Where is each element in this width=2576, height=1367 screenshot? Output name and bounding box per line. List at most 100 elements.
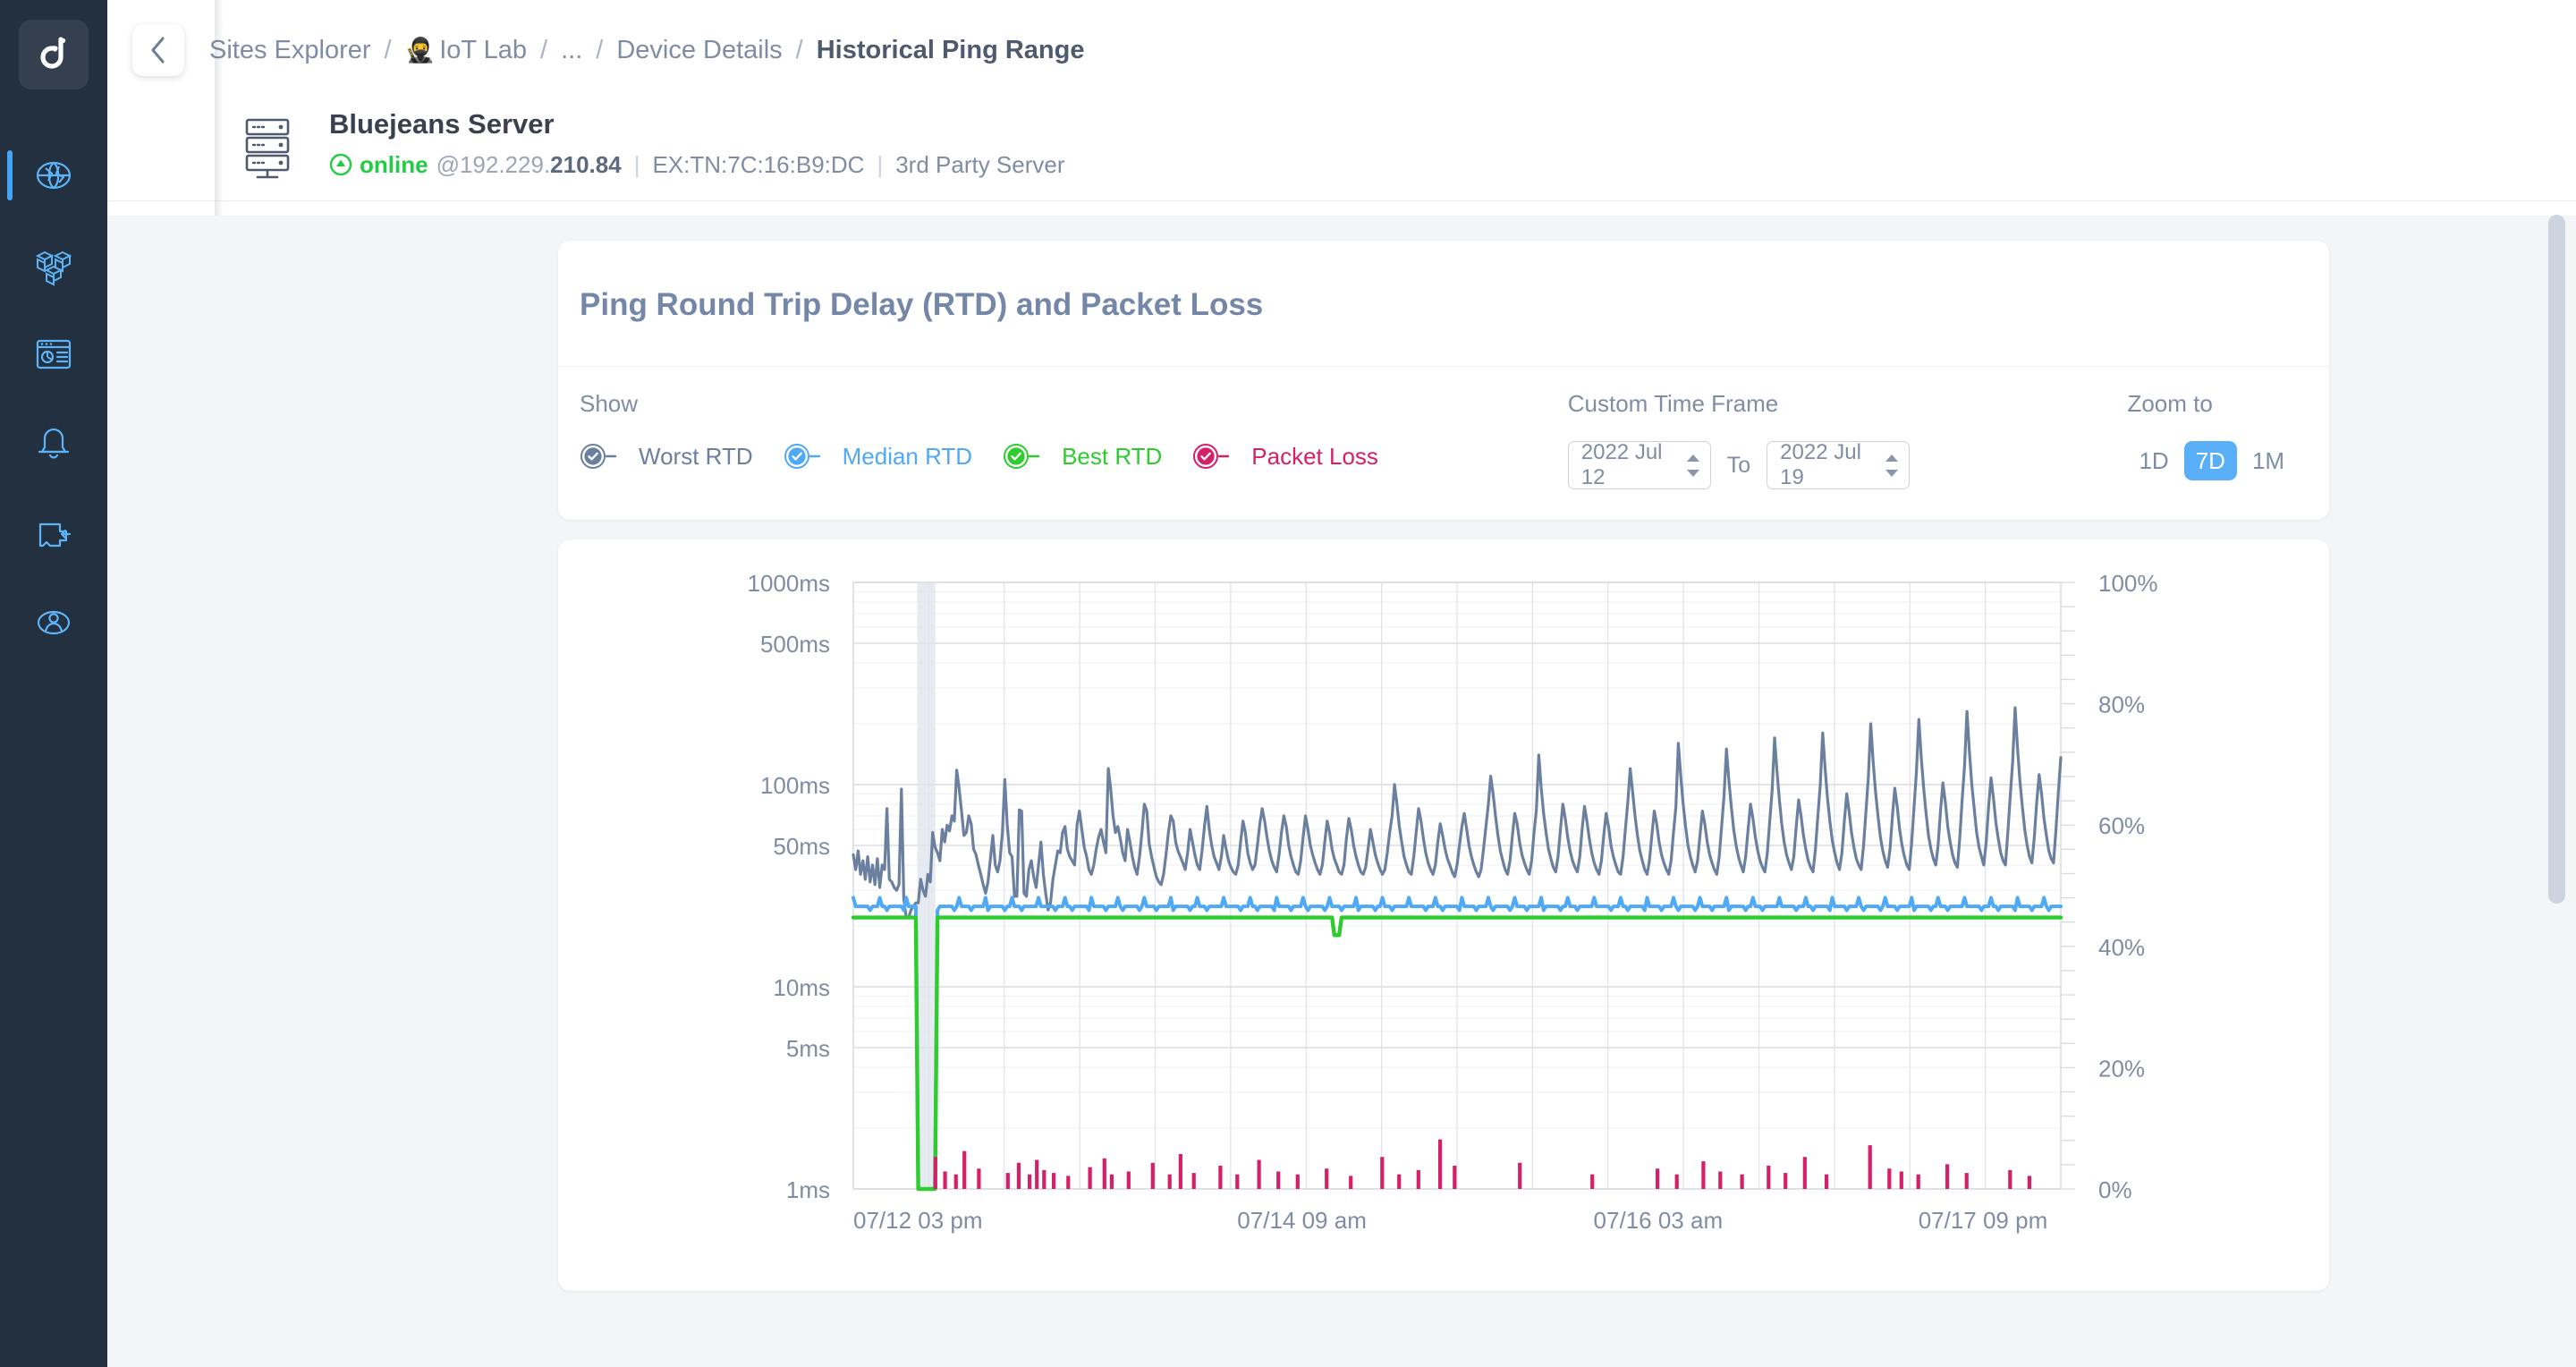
- primary-sidebar: [0, 0, 107, 1367]
- page-scrollbar-thumb[interactable]: [2548, 215, 2565, 904]
- device-type: 3rd Party Server: [895, 150, 1065, 178]
- to-label: To: [1726, 452, 1751, 478]
- caret-up-icon[interactable]: [1685, 453, 1701, 463]
- caret-down-icon[interactable]: [1685, 468, 1701, 479]
- status-badge: online: [360, 150, 428, 178]
- show-block: Show Worst RTD Median RTD Best RTD Packe…: [580, 390, 1568, 471]
- cubes-inventory-icon: [35, 250, 72, 286]
- sidebar-item-reports[interactable]: [0, 310, 107, 399]
- breadcrumb-separator: /: [795, 35, 803, 64]
- meta-divider: |: [877, 150, 884, 178]
- sidebar-item-alerts[interactable]: [0, 399, 107, 488]
- x-axis-tick-label: 07/12 03 pm: [853, 1207, 983, 1234]
- x-axis-tick-label: 07/14 09 am: [1237, 1207, 1367, 1234]
- caret-down-icon[interactable]: [1884, 468, 1900, 479]
- page-scrollbar-track[interactable]: [2548, 0, 2571, 1367]
- series-label-packet-loss: Packet Loss: [1251, 442, 1378, 470]
- breadcrumb-separator: /: [596, 35, 604, 64]
- y-axis-tick-label: 10ms: [773, 974, 830, 1001]
- sidebar-item-profile[interactable]: [0, 578, 107, 667]
- series-toggle-packet-loss[interactable]: Packet Loss: [1192, 441, 1378, 471]
- content-scroll-area: Ping Round Trip Delay (RTD) and Packet L…: [107, 216, 2576, 1367]
- zoom-label: Zoom to: [2127, 390, 2213, 417]
- decision-logo-icon: [40, 37, 66, 69]
- date-to-input[interactable]: 2022 Jul 19: [1767, 440, 1911, 489]
- date-from-input[interactable]: 2022 Jul 12: [1567, 440, 1711, 489]
- ping-chart[interactable]: 1ms 5ms 10ms 50ms 100ms 500ms 1000ms 0% 20% 40% 60…: [558, 563, 2329, 1269]
- sidebar-item-sites[interactable]: [0, 131, 107, 220]
- show-label: Show: [580, 390, 639, 417]
- zoom-button-1m[interactable]: 1M: [2241, 441, 2296, 480]
- device-ip-suffix: 210.84: [550, 150, 622, 178]
- device-header: Bluejeans Server online @192.229. 210.84 …: [107, 100, 2576, 201]
- globe-network-icon: [36, 161, 72, 190]
- check-circle-icon: [580, 444, 617, 469]
- zoom-row: 1D 7D 1M: [2127, 441, 2302, 480]
- meta-divider: |: [633, 150, 640, 178]
- zoom-block: Zoom to 1D 7D 1M: [2127, 390, 2302, 480]
- breadcrumb-separator: /: [384, 35, 392, 64]
- y-axis-tick-label: 5ms: [786, 1035, 830, 1062]
- page-title: Ping Round Trip Delay (RTD) and Packet L…: [580, 287, 1264, 322]
- y-axis-tick-label: 50ms: [773, 833, 830, 860]
- chevron-left-icon: [151, 37, 165, 64]
- timeframe-row: 2022 Jul 12 To 2022 Jul 19: [1567, 440, 2128, 489]
- zoom-button-1d[interactable]: 1D: [2127, 441, 2180, 480]
- breadcrumb-item-3[interactable]: Device Details: [611, 36, 787, 65]
- check-circle-icon: [1004, 444, 1040, 469]
- top-bar: Sites Explorer / 🥷 IoT Lab / ... / Device…: [107, 0, 2576, 100]
- panel-controls: Show Worst RTD Median RTD Best RTD Packe…: [558, 366, 2329, 520]
- y2-axis-tick-label: 80%: [2098, 692, 2145, 718]
- device-mac: EX:TN:7C:16:B9:DC: [652, 150, 865, 178]
- caret-up-icon[interactable]: [1884, 453, 1900, 463]
- device-icon-wrap: [240, 116, 295, 185]
- chart-canvas[interactable]: 1ms 5ms 10ms 50ms 100ms 500ms 1000ms 0% 20% 40% 60…: [558, 563, 2329, 1269]
- check-circle-icon: [784, 444, 820, 469]
- bell-alerts-icon: [38, 428, 70, 459]
- sidebar-item-inventory[interactable]: [0, 220, 107, 310]
- date-to-value: 2022 Jul 19: [1780, 440, 1861, 489]
- back-button[interactable]: [132, 24, 184, 76]
- device-ip-prefix: @192.229.: [436, 150, 551, 178]
- series-toggle-best-rtd[interactable]: Best RTD: [1003, 441, 1162, 471]
- panel-title-wrap: Ping Round Trip Delay (RTD) and Packet L…: [558, 241, 2329, 366]
- series-label-best-rtd: Best RTD: [1062, 442, 1163, 470]
- y2-axis-tick-label: 0%: [2098, 1176, 2132, 1203]
- series-toggle-row: Worst RTD Median RTD Best RTD Packet Los…: [580, 441, 1568, 471]
- y-axis-tick-label: 1000ms: [748, 570, 831, 597]
- timeframe-block: Custom Time Frame 2022 Jul 12 To 2022 Ju…: [1567, 390, 2128, 489]
- date-to-stepper[interactable]: [1884, 453, 1900, 479]
- sidebar-item-integrations[interactable]: [0, 488, 107, 578]
- server-rack-icon: [245, 118, 290, 179]
- y2-axis-tick-label: 100%: [2098, 570, 2158, 597]
- timeframe-label: Custom Time Frame: [1567, 390, 1779, 417]
- series-label-worst-rtd: Worst RTD: [639, 442, 753, 470]
- dashboard-report-icon: [36, 339, 72, 369]
- breadcrumb-item-current: Historical Ping Range: [816, 35, 1085, 64]
- zoom-button-7d[interactable]: 7D: [2183, 441, 2237, 480]
- x-axis-tick-label: 07/17 09 pm: [1919, 1207, 2048, 1234]
- app-root: Sites Explorer / 🥷 IoT Lab / ... / Device…: [0, 0, 2576, 1367]
- breadcrumb-separator: /: [540, 35, 548, 64]
- app-logo-button[interactable]: [19, 20, 89, 89]
- date-from-stepper[interactable]: [1685, 453, 1701, 479]
- breadcrumb-item-0[interactable]: Sites Explorer: [204, 36, 377, 65]
- check-circle-icon: [1193, 444, 1230, 469]
- series-label-median-rtd: Median RTD: [842, 442, 973, 470]
- breadcrumb: Sites Explorer / 🥷 IoT Lab / ... / Device…: [204, 36, 1089, 65]
- x-axis-tick-label: 07/16 03 am: [1594, 1207, 1724, 1234]
- ping-panel-card: Ping Round Trip Delay (RTD) and Packet L…: [558, 241, 2329, 520]
- y2-axis-tick-label: 60%: [2098, 812, 2145, 839]
- series-toggle-median-rtd[interactable]: Median RTD: [784, 441, 972, 471]
- y-axis-tick-label: 1ms: [786, 1176, 830, 1203]
- date-from-value: 2022 Jul 12: [1580, 440, 1663, 489]
- breadcrumb-item-1[interactable]: 🥷 IoT Lab: [400, 36, 532, 65]
- device-name: Bluejeans Server: [329, 108, 555, 140]
- device-meta: online @192.229. 210.84 | EX:TN:7C:16:B9:…: [329, 151, 2576, 179]
- breadcrumb-item-1-label: IoT Lab: [439, 35, 528, 64]
- breadcrumb-item-2[interactable]: ...: [555, 36, 588, 65]
- y2-axis-tick-label: 20%: [2098, 1055, 2145, 1082]
- main-region: Sites Explorer / 🥷 IoT Lab / ... / Device…: [107, 0, 2576, 1367]
- series-toggle-worst-rtd[interactable]: Worst RTD: [580, 441, 753, 471]
- integration-icon: [38, 522, 72, 548]
